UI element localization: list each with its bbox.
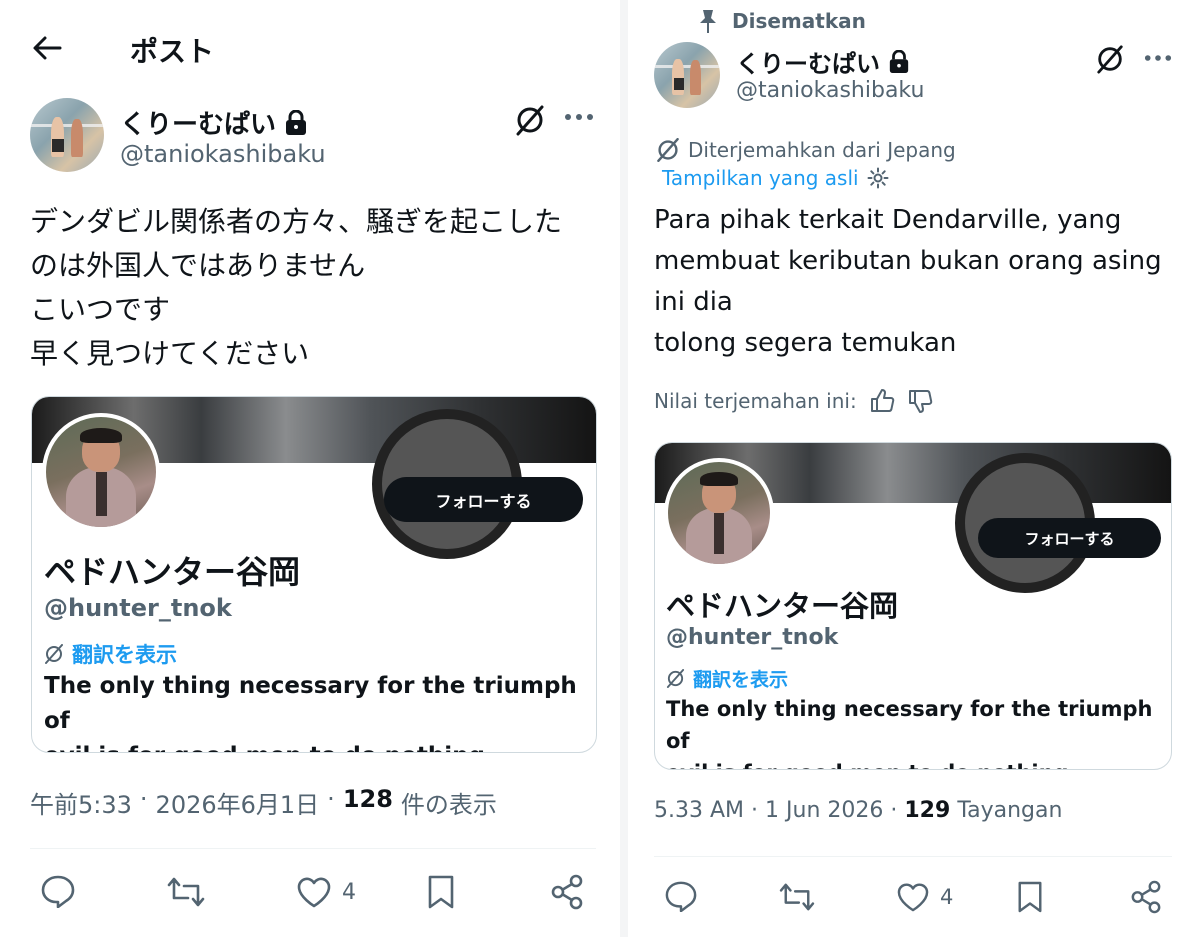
view-label: 件の表示 — [400, 791, 497, 819]
translation-notice: Diterjemahkan dari Jepang — [656, 138, 956, 162]
author-avatar[interactable] — [654, 42, 720, 108]
card-name: ペドハンター谷岡 — [44, 553, 301, 591]
grok-icon — [656, 138, 680, 162]
lock-icon — [284, 109, 308, 136]
bookmark-icon[interactable] — [426, 874, 456, 910]
author-name: くりーむぱい — [120, 110, 277, 140]
author-name-row[interactable]: くりーむぱい — [120, 104, 308, 141]
pinned-indicator: Disematkan — [698, 8, 866, 34]
divider — [30, 848, 596, 849]
profile-card[interactable]: フォローする ペドハンター谷岡 @hunter_tnok 翻訳を表示 The o… — [654, 442, 1172, 770]
more-icon[interactable] — [1144, 53, 1172, 63]
like-button[interactable]: 4 — [296, 876, 356, 908]
more-icon[interactable] — [564, 112, 594, 122]
thumbs-down-icon[interactable] — [907, 388, 933, 414]
like-icon — [896, 882, 930, 912]
tweet-line: デンダビル関係者の方々、騒ぎを起こした — [30, 205, 563, 238]
tweet-line: 早く見つけてください — [30, 337, 310, 370]
card-name: ペドハンター谷岡 — [666, 589, 899, 623]
retweet-icon[interactable] — [166, 876, 206, 908]
bookmark-icon[interactable] — [1016, 880, 1044, 914]
bio-line: The only thing necessary for the triumph… — [666, 697, 1153, 753]
reply-icon[interactable] — [664, 880, 698, 912]
author-name-row[interactable]: くりーむぱい — [736, 44, 910, 79]
settings-icon[interactable] — [867, 167, 889, 189]
rate-translation: Nilai terjemahan ini: — [654, 388, 933, 414]
tweet-line: のは外国人ではありません — [30, 249, 366, 282]
author-handle: @taniokashibaku — [120, 140, 326, 168]
tweet-meta: 5.33 AM · 1 Jun 2026 · 129 Tayangan — [654, 798, 1062, 823]
panel-divider — [620, 0, 628, 937]
meta-separator: · — [751, 798, 759, 823]
share-icon[interactable] — [550, 874, 584, 910]
thumbs-up-icon[interactable] — [869, 388, 895, 414]
page-title: ポスト — [130, 35, 215, 68]
card-translate-link[interactable]: 翻訳を表示 — [44, 639, 177, 669]
tweet-time[interactable]: 午前5:33 — [30, 785, 132, 820]
right-screenshot: Disematkan くりーむぱい @taniokashibaku Diterj… — [628, 0, 1200, 937]
bio-line: evil is for good men to do nothing. — [666, 757, 1171, 769]
pin-icon — [698, 8, 718, 34]
author-name: くりーむぱい — [736, 50, 880, 78]
rate-label: Nilai terjemahan ini: — [654, 389, 857, 413]
translated-from: Diterjemahkan dari Jepang — [688, 138, 956, 162]
view-count: 128 — [342, 785, 393, 813]
follow-button[interactable]: フォローする — [384, 477, 583, 522]
tweet-line: ini dia — [654, 287, 733, 317]
view-count: 129 — [904, 798, 951, 823]
like-button[interactable]: 4 — [896, 882, 953, 912]
tweet-date[interactable]: 2026年6月1日 — [156, 785, 320, 820]
grok-icon — [44, 644, 64, 664]
tweet-line: Para pihak terkait Dendarville, yang — [654, 205, 1122, 235]
tweet-date[interactable]: 1 Jun 2026 — [765, 798, 883, 823]
follow-button[interactable]: フォローする — [978, 518, 1161, 558]
grok-icon[interactable] — [514, 104, 546, 136]
show-original-label: Tampilkan yang asli — [662, 166, 859, 190]
card-translate-link[interactable]: 翻訳を表示 — [666, 665, 788, 692]
bio-line: evil is for good men to do nothing. — [44, 739, 592, 752]
translate-label: 翻訳を表示 — [72, 643, 177, 667]
show-original-link[interactable]: Tampilkan yang asli — [662, 166, 889, 190]
profile-card[interactable]: フォローする ペドハンター谷岡 @hunter_tnok 翻訳を表示 The o… — [31, 396, 597, 753]
card-avatar — [42, 413, 160, 531]
card-bio: The only thing necessary for the triumph… — [44, 669, 592, 752]
divider — [654, 856, 1172, 857]
translate-label: 翻訳を表示 — [693, 669, 789, 691]
meta-separator: · — [890, 798, 898, 823]
like-count: 4 — [342, 879, 356, 905]
tweet-meta: 午前5:33 · 2026年6月1日 · 128 件の表示 — [30, 785, 497, 820]
meta-separator: · — [327, 785, 335, 813]
back-arrow-icon[interactable] — [32, 34, 62, 62]
tweet-line: tolong segera temukan — [654, 328, 957, 358]
like-count: 4 — [940, 885, 954, 909]
reply-icon[interactable] — [40, 874, 76, 908]
left-screenshot: ポスト くりーむぱい @taniokashibaku デンダビル関係者の方々、騒… — [0, 0, 620, 937]
grok-icon — [666, 669, 685, 688]
tweet-time[interactable]: 5.33 AM — [654, 798, 744, 823]
author-avatar[interactable] — [30, 98, 104, 172]
share-icon[interactable] — [1130, 880, 1162, 914]
like-icon — [296, 876, 332, 908]
lock-icon — [888, 49, 910, 74]
pinned-label: Disematkan — [732, 9, 866, 33]
author-handle: @taniokashibaku — [736, 78, 925, 103]
grok-icon[interactable] — [1095, 44, 1125, 74]
card-avatar — [664, 458, 774, 568]
bio-line: The only thing necessary for the triumph… — [44, 673, 577, 734]
retweet-icon[interactable] — [778, 882, 816, 912]
tweet-text: Para pihak terkait Dendarville, yang mem… — [654, 200, 1194, 364]
meta-separator: · — [139, 785, 148, 813]
card-bio: The only thing necessary for the triumph… — [666, 693, 1171, 769]
view-label: Tayangan — [957, 798, 1063, 823]
card-handle: @hunter_tnok — [666, 625, 839, 650]
card-handle: @hunter_tnok — [44, 594, 232, 622]
tweet-line: membuat keributan bukan orang asing — [654, 246, 1162, 276]
tweet-text: デンダビル関係者の方々、騒ぎを起こした のは外国人ではありません こいつです 早… — [30, 200, 600, 376]
tweet-line: こいつです — [30, 293, 171, 326]
